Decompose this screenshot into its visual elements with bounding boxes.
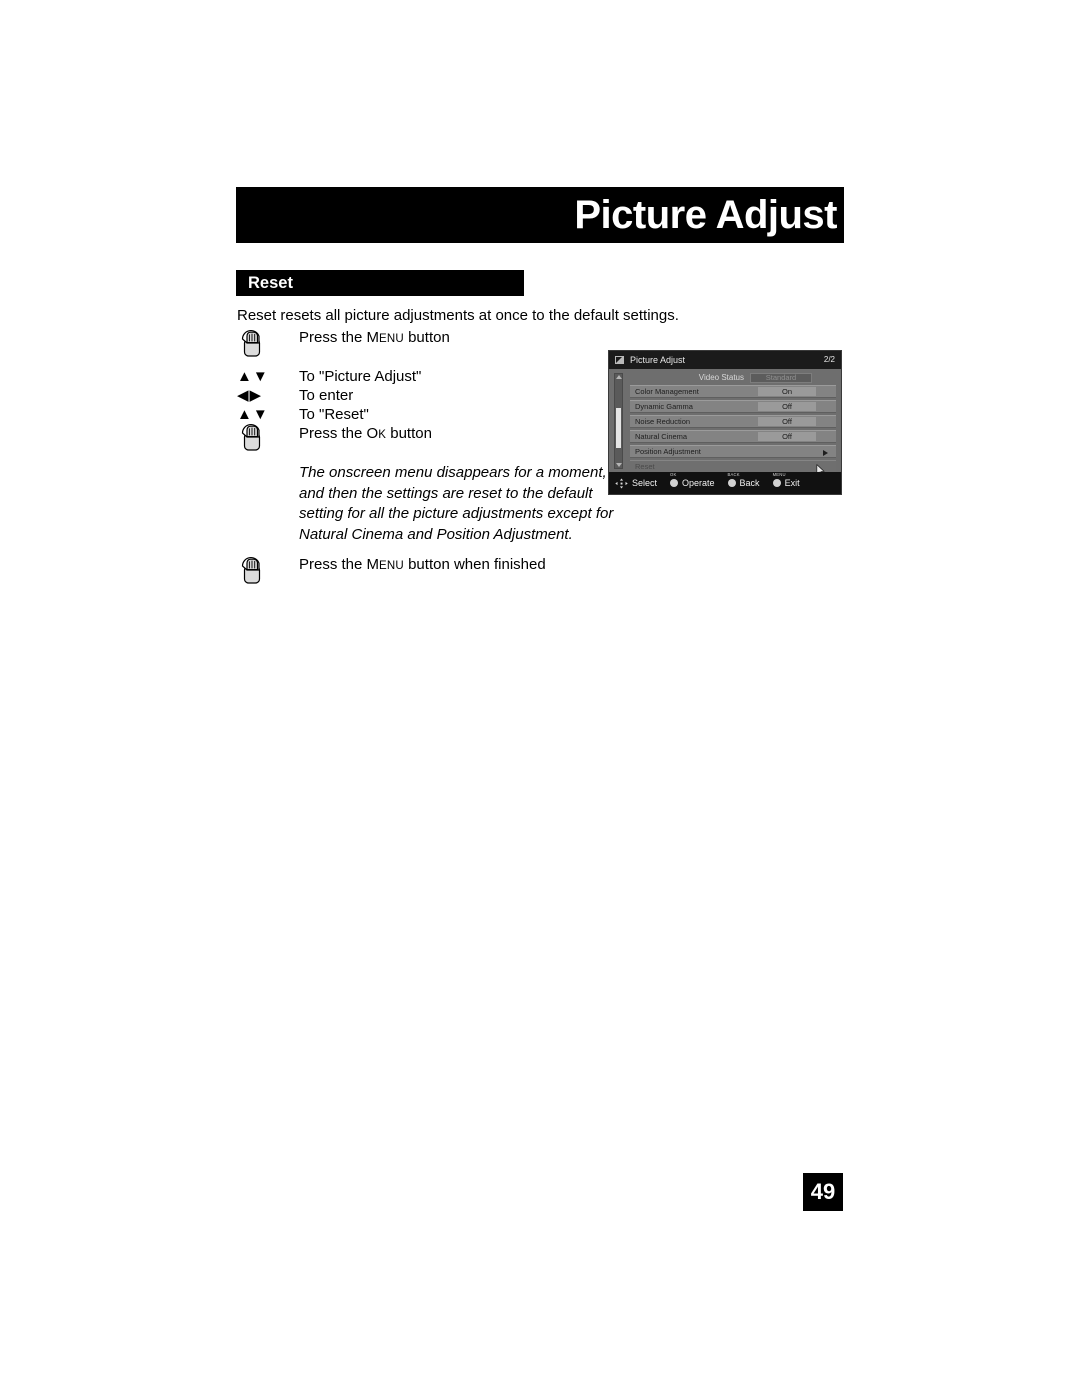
step-row: Press the OK button (237, 424, 612, 454)
left-right-arrows-icon: ◀▶ (237, 387, 263, 404)
step-row: ▲▼ To "Reset" (237, 405, 612, 424)
round-button-icon (727, 479, 736, 487)
step-row: ◀▶ To enter (237, 386, 612, 405)
note-line: Natural Cinema and Position Adjustment. (299, 525, 573, 543)
osd-bottom-label: Operate (682, 477, 715, 488)
hand-press-button-icon (241, 330, 261, 357)
step-icon-cell (237, 328, 299, 360)
osd-bottom-label: Exit (784, 477, 800, 488)
osd-row-natural-cinema[interactable]: Natural Cinema Off (630, 430, 836, 443)
instruction-steps: Press the MENU button ▲▼ To "Picture Adj… (237, 328, 613, 587)
step-text: To "Picture Adjust" (299, 368, 422, 385)
step-text: Press the MENU button (299, 328, 450, 349)
step-text-tail: button (386, 425, 432, 442)
osd-video-status-row: Video Status Standard (614, 372, 836, 383)
note-row: The onscreen menu disappears for a momen… (237, 463, 613, 545)
step-text: To "Reset" (299, 406, 369, 423)
osd-row-label: Dynamic Gamma (635, 401, 693, 411)
video-status-label: Video Status (698, 372, 744, 382)
key-name-rest: ENU (379, 560, 404, 572)
step-text: To enter (299, 387, 354, 404)
osd-bottom-select[interactable]: Select (615, 478, 657, 489)
step-text-lead: Press the (299, 425, 367, 442)
round-button-icon (670, 479, 679, 487)
video-status-value: Standard (750, 372, 812, 383)
osd-row-label: Color Management (635, 386, 699, 396)
page-number-badge: 49 (803, 1173, 843, 1211)
step-icon-cell: ◀▶ (237, 386, 299, 405)
osd-titlebar: Picture Adjust 2/2 (609, 351, 841, 369)
osd-row-value[interactable]: On (758, 387, 816, 396)
osd-bottom-cap: BACK (727, 471, 740, 477)
chevron-right-icon (823, 450, 828, 456)
key-name-rest: ENU (379, 333, 404, 345)
osd-row-label: Reset (635, 461, 655, 471)
section-header-bar: Reset (236, 270, 524, 296)
page-title-banner: Picture Adjust (236, 187, 844, 243)
osd-title: Picture Adjust (630, 354, 686, 365)
osd-row-label: Noise Reduction (635, 416, 691, 426)
key-name-rest: K (378, 429, 387, 441)
up-down-arrows-icon: ▲▼ (237, 368, 269, 385)
osd-row-color-management[interactable]: Color Management On (630, 385, 836, 398)
key-name-cap: O (366, 425, 379, 442)
step-text-tail: button (403, 329, 450, 346)
step-icon-cell (237, 424, 299, 454)
osd-body: Video Status Standard Color Management O… (609, 369, 841, 477)
step-text-tail: button when finished (403, 556, 546, 573)
key-name-cap: M (366, 556, 380, 573)
hand-press-button-icon (241, 557, 261, 584)
note-line: and then the settings are reset to the d… (299, 484, 593, 502)
note-line: setting for all the picture adjustments … (299, 505, 614, 522)
osd-row-value[interactable]: Off (758, 417, 816, 426)
osd-menu-rows: Color Management On Dynamic Gamma Off No… (630, 385, 836, 477)
dpad-icon (615, 478, 628, 488)
step-text: Press the OK button (299, 424, 432, 445)
osd-bottom-bar: Select OK Operate BACK Back MENU Exit (609, 472, 841, 494)
scrollbar-thumb[interactable] (616, 408, 621, 448)
osd-menu-screenshot: Picture Adjust 2/2 Video Status Standard… (608, 350, 842, 495)
intro-paragraph: Reset resets all picture adjustments at … (237, 307, 679, 324)
osd-row-value[interactable]: Off (758, 402, 816, 411)
key-name-cap: M (366, 329, 380, 346)
scroll-up-arrow-icon[interactable] (615, 375, 622, 379)
osd-bottom-operate[interactable]: OK Operate (670, 472, 715, 488)
note-line: The onscreen menu disappears for a momen… (299, 464, 607, 481)
osd-bottom-label: Back (739, 477, 760, 488)
osd-scrollbar[interactable] (614, 373, 623, 469)
osd-page-indicator: 2/2 (823, 355, 835, 364)
step-row: Press the MENU button when finished (237, 555, 612, 587)
osd-bottom-cap: MENU (772, 471, 786, 477)
osd-row-label: Natural Cinema (635, 431, 688, 441)
step-text-lead: Press the (299, 556, 367, 573)
step-row: Press the MENU button (237, 328, 612, 360)
step-row: ▲▼ To "Picture Adjust" (237, 367, 612, 386)
osd-bottom-label: Select (632, 477, 658, 488)
osd-bottom-exit[interactable]: MENU Exit (772, 472, 800, 488)
note-paragraph: The onscreen menu disappears for a momen… (299, 463, 613, 545)
osd-row-label: Position Adjustment (635, 446, 701, 456)
section-heading: Reset (248, 273, 293, 292)
osd-bottom-back[interactable]: BACK Back (727, 472, 760, 488)
osd-row-value[interactable]: Off (758, 432, 816, 441)
round-button-icon (772, 479, 781, 487)
scroll-down-arrow-icon[interactable] (615, 463, 622, 467)
osd-row-noise-reduction[interactable]: Noise Reduction Off (630, 415, 836, 428)
step-icon-cell (237, 555, 299, 587)
step-icon-cell: ▲▼ (237, 367, 299, 386)
hand-press-button-icon (241, 424, 261, 451)
step-text-lead: Press the (299, 329, 367, 346)
osd-menu-icon (615, 356, 624, 364)
osd-row-position-adjustment[interactable]: Position Adjustment (630, 445, 836, 458)
page-title: Picture Adjust (574, 193, 837, 237)
osd-bottom-cap: OK (670, 471, 677, 477)
step-text: Press the MENU button when finished (299, 555, 546, 576)
osd-row-dynamic-gamma[interactable]: Dynamic Gamma Off (630, 400, 836, 413)
